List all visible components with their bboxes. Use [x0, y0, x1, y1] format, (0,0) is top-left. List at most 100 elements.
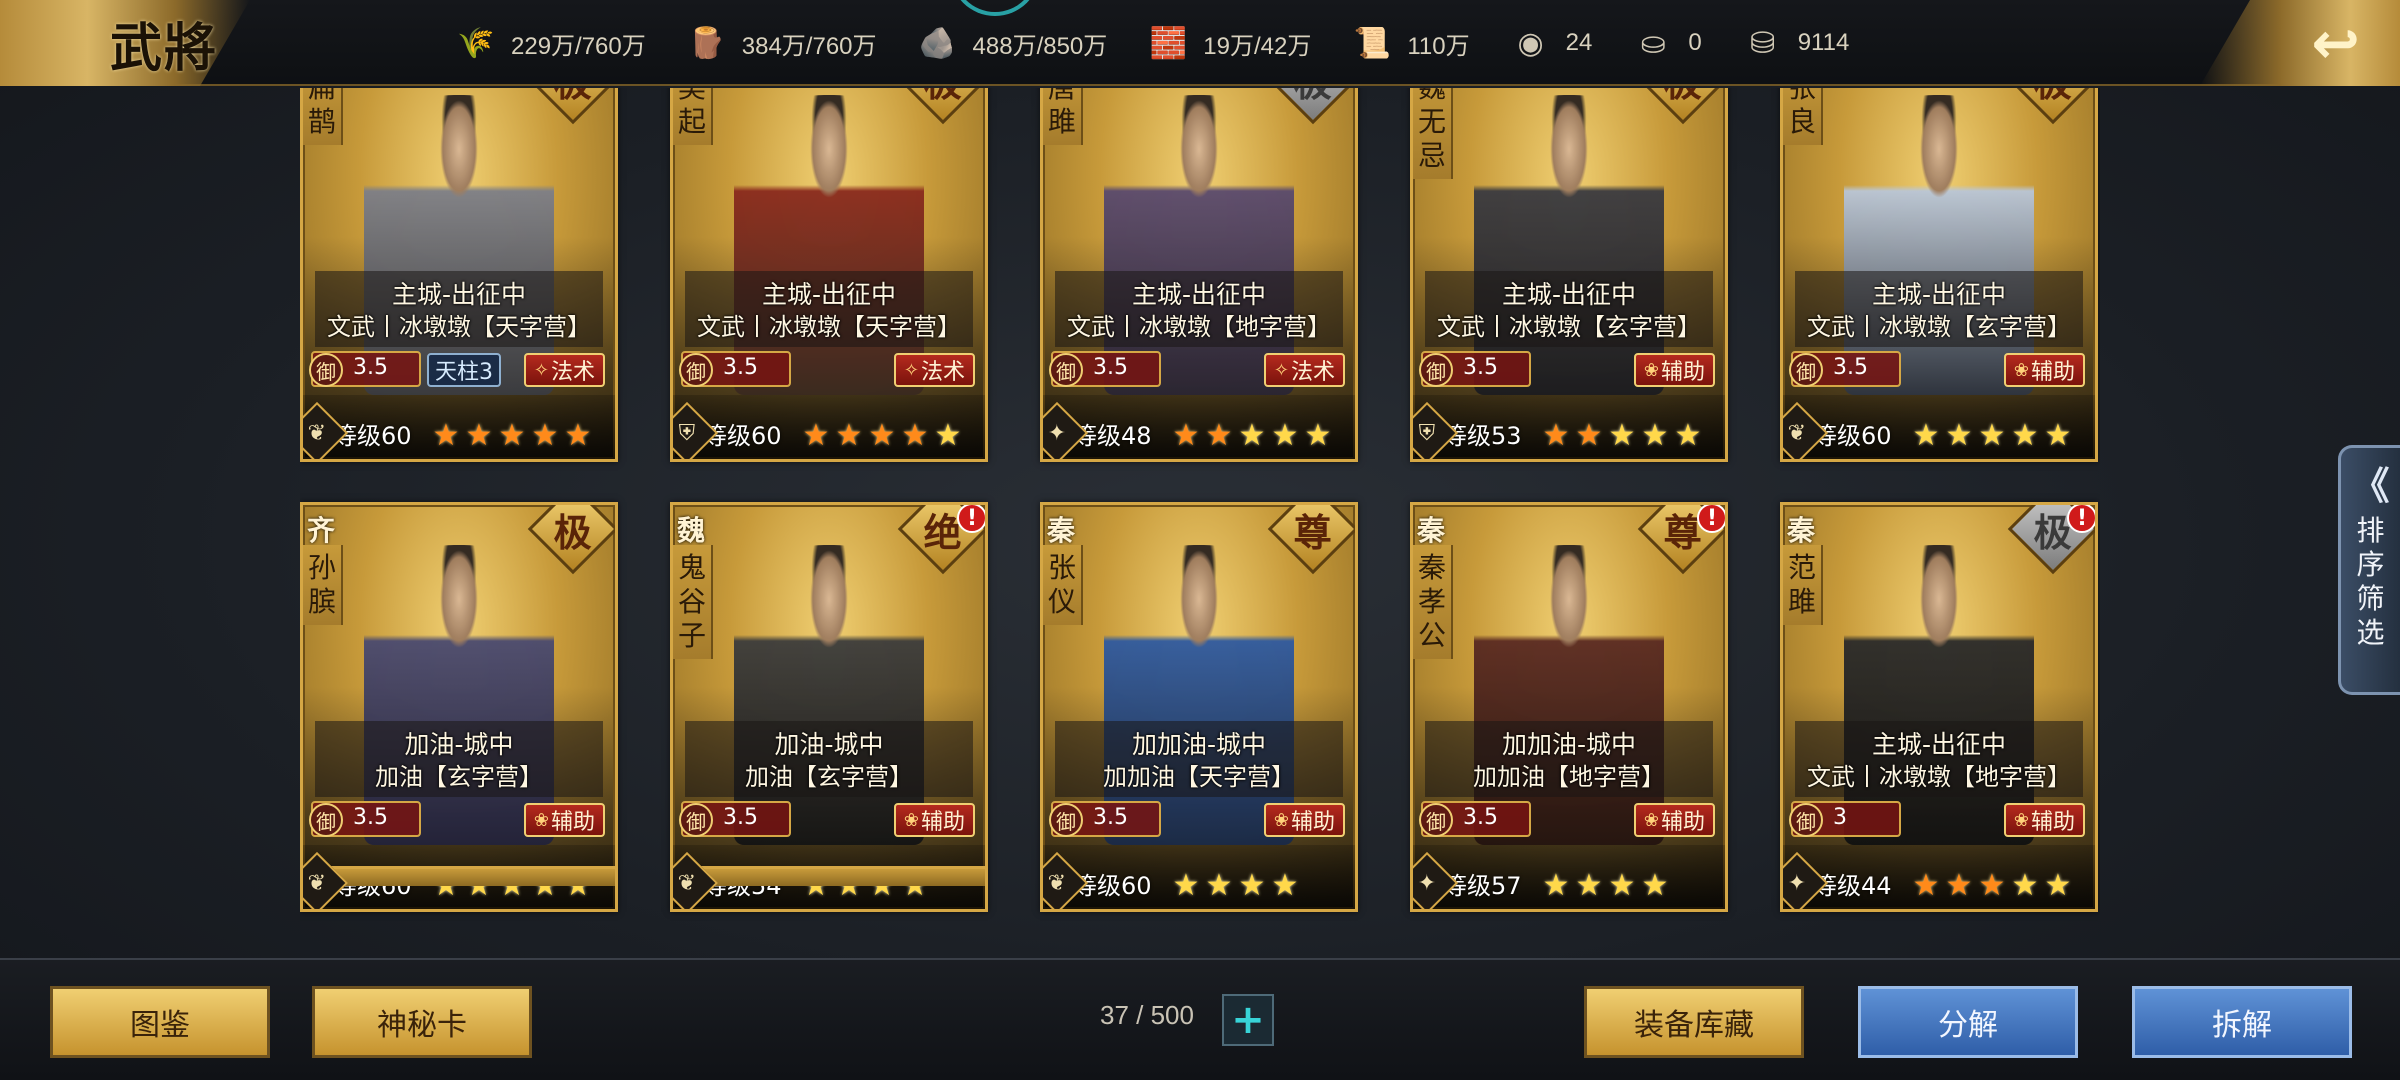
role-label: 辅助 [550, 810, 595, 835]
general-card[interactable]: 吴起极主城-出征中文武丨冰墩墩【天字营】御3.5✧法术⛨等级60★★★★★ [670, 88, 988, 462]
general-name: 魏无忌 [1413, 88, 1453, 179]
status-location: 加加油-城中 [1501, 730, 1637, 759]
rank-label: 极 [554, 88, 592, 106]
role-tag: ❀ 辅助 [893, 803, 975, 837]
role-icon: ✧ [533, 359, 549, 381]
status-team: 加油【玄字营】 [745, 763, 913, 791]
general-portrait [1474, 545, 1664, 845]
rank-badge: 极 [527, 88, 615, 125]
resource-value: 110万 [1407, 32, 1470, 60]
star-icon: ★ [498, 418, 526, 453]
general-portrait [1104, 545, 1294, 845]
sort-filter-tab[interactable]: 《 排序筛选 [2338, 445, 2400, 695]
general-card[interactable]: 扁鹊极主城-出征中文武丨冰墩墩【天字营】御3.5天柱3✧法术❦等级60★★★★★ [300, 88, 618, 462]
general-portrait [1104, 95, 1294, 395]
role-icon: ❀ [903, 809, 919, 831]
star-icon: ★ [2011, 418, 2039, 453]
general-portrait [364, 95, 554, 395]
general-card[interactable]: 张良极主城-出征中文武丨冰墩墩【玄字营】御3.5❀辅助❦等级60★★★★★ [1780, 88, 2098, 462]
star-icon: ★ [934, 418, 962, 453]
resource-value: 384万/760万 [741, 32, 877, 60]
star-icon: ★ [465, 418, 493, 453]
status-team: 加油【玄字营】 [375, 763, 543, 791]
star-icon: ★ [1575, 868, 1603, 903]
star-icon: ★ [802, 418, 830, 453]
star-icon: ★ [1674, 418, 1702, 453]
role-icon: ❀ [1643, 359, 1659, 381]
resource-value: 9114 [1797, 29, 1850, 56]
star-rating: ★★★★★ [1171, 421, 1336, 451]
sort-filter-label: 排序筛选 [2356, 514, 2385, 649]
iron-icon: 🧱 [1149, 25, 1187, 61]
star-icon: ★ [1542, 868, 1570, 903]
general-card[interactable]: 秦张仪尊加加油-城中 加加油【天字营】御 3.5 ❀ 辅助 ❦ 等级60 ★ ★ ★ ★ [1040, 502, 1358, 912]
resource-item[interactable]: 🪵 384万/760万 [686, 22, 917, 64]
faction-label: 魏 [677, 514, 706, 547]
role-label: 辅助 [920, 810, 965, 835]
resource-item[interactable]: 🌾 229万/760万 [455, 22, 686, 64]
defense-icon: 御 [679, 353, 713, 387]
defense-icon: 御 [309, 803, 343, 837]
general-name-char: 鬼 [677, 551, 706, 584]
resource-item[interactable]: 🧱 19万/42万 [1147, 22, 1351, 64]
general-card[interactable]: 魏鬼谷子绝加油-城中加油【玄字营】御3.5❀辅助❦等级54★★★★! [670, 502, 988, 912]
star-rating: ★★★★★ [801, 421, 966, 451]
defense-value: 3.5 [1093, 805, 1128, 830]
status-location: 主城-出征中 [761, 280, 897, 309]
resource-value: 19万/42万 [1203, 32, 1312, 60]
general-card[interactable]: 齐孙膑极加油-城中加油【玄字营】御3.5❀辅助❦等级60★★★★★ [300, 502, 618, 912]
general-name-char: 子 [677, 619, 706, 652]
resource-item[interactable]: ⛀ 0 [1632, 22, 1741, 64]
role-tag: ❀ 辅助 [1263, 803, 1345, 837]
general-card[interactable]: 秦秦孝公尊加加油-城中 加加油【地字营】御 3.5 ❀ 辅助 ✦ 等级57 ★ ★ ★ ★! [1410, 502, 1728, 912]
back-button[interactable]: ↩ [2200, 0, 2400, 86]
role-icon: ✧ [1273, 359, 1289, 381]
rank-badge: 极 [1267, 88, 1355, 125]
general-name-char: 公 [1417, 619, 1446, 652]
role-label: 辅助 [1290, 810, 1335, 835]
resource-item[interactable]: ⛁ 9114 [1742, 22, 1890, 64]
star-icon: ★ [564, 418, 592, 453]
grain-icon: 🌾 [457, 25, 495, 61]
alert-badge: ! [1697, 505, 1725, 533]
resource-value: 488万/850万 [972, 32, 1108, 60]
mystery-card-button[interactable]: 神秘卡 [312, 986, 532, 1058]
role-tag: ❀ 辅助 [1633, 353, 1715, 387]
general-name-char: 扁 [308, 88, 336, 105]
status-location: 主城-出征中 [1871, 280, 2007, 309]
role-label: 法术 [1290, 360, 1335, 385]
resource-item[interactable]: ◉ 24 [1510, 22, 1633, 64]
dismantle-button[interactable]: 拆解 [2132, 986, 2352, 1058]
general-name-char: 孝 [1417, 585, 1446, 618]
command-icon: 📜 [1353, 25, 1392, 61]
general-name-char: 雎 [1787, 585, 1816, 618]
gold-ingot-icon: ⛀ [1640, 25, 1666, 61]
general-card[interactable]: 魏无忌极主城-出征中文武丨冰墩墩【玄字营】御3.5❀辅助⛨等级53★★★★★ [1410, 88, 1728, 462]
equipment-store-button[interactable]: 装备库藏 [1584, 986, 1804, 1058]
general-card[interactable]: 秦范雎极主城-出征中 文武丨冰墩墩【地字营】御 3 ❀ 辅助 ✦ 等级44 ★ ★ ★ ★ ★! [1780, 502, 2098, 912]
general-card[interactable]: 唐雎极主城-出征中文武丨冰墩墩【地字营】御3.5✧法术✦等级48★★★★★ [1040, 88, 1358, 462]
rank-badge: 尊 [1267, 505, 1355, 575]
expand-capacity-button[interactable]: + [1222, 994, 1274, 1046]
rank-badge: 极 [2007, 88, 2095, 125]
general-name: 唐雎 [1043, 88, 1083, 145]
defense-value: 3.5 [353, 355, 388, 380]
faction-label: 秦 [1787, 514, 1816, 547]
resource-value: 24 [1565, 29, 1593, 56]
resource-item[interactable]: 📜 110万 [1351, 22, 1509, 64]
atlas-button[interactable]: 图鉴 [50, 986, 270, 1058]
decompose-button[interactable]: 分解 [1858, 986, 2078, 1058]
rank-label: 极 [1294, 88, 1332, 106]
general-name-char: 谷 [677, 585, 706, 618]
rank-label: 绝 [923, 509, 963, 555]
resource-item[interactable]: 🪨 488万/850万 [917, 22, 1148, 64]
defense-icon: 御 [1419, 803, 1453, 837]
rank-label: 尊 [1663, 509, 1703, 555]
troop-type-glyph: ❦ [307, 870, 327, 896]
general-name: 吴起 [673, 88, 713, 145]
defense-icon: 御 [1049, 803, 1083, 837]
role-label: 辅助 [1660, 360, 1705, 385]
general-name-char: 起 [677, 105, 706, 138]
status-location: 主城-出征中 [1871, 730, 2007, 759]
general-card-grid[interactable]: 扁鹊极主城-出征中文武丨冰墩墩【天字营】御3.5天柱3✧法术❦等级60★★★★★… [300, 88, 2100, 958]
